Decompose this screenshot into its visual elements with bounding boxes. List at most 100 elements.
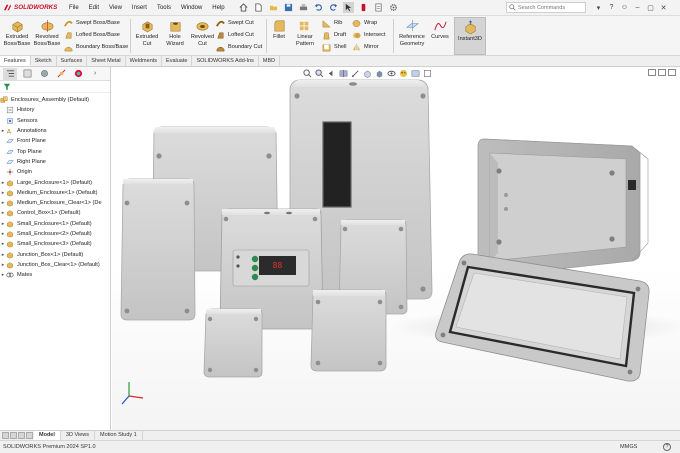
- tab-surfaces[interactable]: Surfaces: [57, 56, 88, 66]
- tab-sheet-metal[interactable]: Sheet Metal: [87, 56, 126, 66]
- tab-motion-study[interactable]: Motion Study 1: [95, 431, 143, 440]
- tab-3d-views[interactable]: 3D Views: [61, 431, 96, 440]
- menu-edit[interactable]: Edit: [84, 5, 104, 11]
- menu-tools[interactable]: Tools: [152, 5, 176, 11]
- extruded-boss-button[interactable]: Extruded Boss/Base: [3, 18, 31, 47]
- display-manager-tab-icon[interactable]: [71, 68, 85, 80]
- home-icon[interactable]: [238, 2, 249, 13]
- tree-item-mates[interactable]: ▸ Mates: [0, 270, 110, 280]
- tree-item-control-box[interactable]: ▸ Control_Box<1> (Default): [0, 208, 110, 218]
- menu-insert[interactable]: Insert: [127, 5, 152, 11]
- file-properties-icon[interactable]: [373, 2, 384, 13]
- tab-features[interactable]: Features: [0, 56, 31, 66]
- tree-item-junction-box-clear[interactable]: ▸ Junction_Box_Clear<1> (Default): [0, 260, 110, 270]
- new-document-icon[interactable]: [253, 2, 264, 13]
- green-button-down[interactable]: [251, 273, 259, 281]
- tab-evaluate[interactable]: Evaluate: [162, 56, 193, 66]
- tab-mbd[interactable]: MBD: [259, 56, 281, 66]
- curves-button[interactable]: Curves: [429, 18, 451, 41]
- search-commands-input[interactable]: Search Commands: [506, 2, 586, 13]
- prev-tab-icon[interactable]: [10, 432, 17, 439]
- user-icon[interactable]: ☺: [619, 2, 630, 13]
- configuration-manager-tab-icon[interactable]: [37, 68, 51, 80]
- tree-item-small-enclosure-2[interactable]: ▸ Small_Enclosure<2> (Default): [0, 229, 110, 239]
- tree-item-top-plane[interactable]: Top Plane: [0, 146, 110, 156]
- small-enclosure-tall[interactable]: [120, 178, 196, 321]
- tree-item-small-enclosure-3[interactable]: ▸ Small_Enclosure<3> (Default): [0, 239, 110, 249]
- shell-button[interactable]: Shell: [322, 42, 346, 52]
- tree-item-small-enclosure-1[interactable]: ▸ Small_Enclosure<1> (Default): [0, 219, 110, 229]
- lofted-boss-button[interactable]: Lofted Boss/Base: [64, 30, 120, 40]
- save-icon[interactable]: [283, 2, 294, 13]
- options-gear-icon[interactable]: [388, 2, 399, 13]
- minimize-icon[interactable]: –: [632, 2, 643, 13]
- small-enclosure-3[interactable]: [310, 289, 387, 372]
- linear-pattern-button[interactable]: Linear Pattern: [292, 18, 318, 47]
- undo-icon[interactable]: [313, 2, 324, 13]
- tree-item-medium-enclosure-clear[interactable]: ▸ Medium_Enclosure_Clear<1> (De: [0, 198, 110, 208]
- instant3d-button[interactable]: Instant3D: [454, 17, 486, 55]
- tab-addins[interactable]: SOLIDWORKS Add-Ins: [192, 56, 259, 66]
- junction-box-lid[interactable]: [435, 253, 650, 382]
- lofted-cut-button[interactable]: Lofted Cut: [216, 30, 254, 40]
- hole-wizard-button[interactable]: Hole Wizard: [162, 18, 188, 47]
- mirror-button[interactable]: Mirror: [352, 42, 379, 52]
- tree-root[interactable]: Enclosures_Assembly (Default): [0, 95, 110, 105]
- tree-item-annotations[interactable]: ▸ A Annotations: [0, 126, 110, 136]
- extruded-cut-button[interactable]: Extruded Cut: [133, 18, 161, 47]
- help-icon[interactable]: ?: [606, 2, 617, 13]
- tab-model[interactable]: Model: [34, 431, 61, 440]
- first-tab-icon[interactable]: [2, 432, 9, 439]
- tab-sketch[interactable]: Sketch: [31, 56, 57, 66]
- tree-filter[interactable]: [0, 81, 110, 93]
- swept-boss-button[interactable]: Swept Boss/Base: [64, 18, 120, 28]
- tab-weldments[interactable]: Weldments: [126, 56, 163, 66]
- green-button-up[interactable]: [251, 255, 259, 263]
- last-tab-icon[interactable]: [26, 432, 33, 439]
- property-manager-tab-icon[interactable]: [20, 68, 34, 80]
- app-logo[interactable]: SOLIDWORKS: [0, 3, 64, 12]
- tree-item-front-plane[interactable]: Front Plane: [0, 136, 110, 146]
- open-folder-icon[interactable]: [268, 2, 279, 13]
- fillet-button[interactable]: Fillet: [269, 18, 289, 41]
- select-icon[interactable]: [342, 2, 354, 13]
- status-help-icon[interactable]: ?: [663, 443, 671, 451]
- close-icon[interactable]: ✕: [658, 2, 669, 13]
- tree-item-medium-enclosure[interactable]: ▸ Medium_Enclosure<1> (Default): [0, 188, 110, 198]
- tree-item-origin[interactable]: Origin: [0, 167, 110, 177]
- tree-item-large-enclosure[interactable]: ▸ Large_Enclosure<1> (Default): [0, 177, 110, 187]
- menu-help[interactable]: Help: [207, 5, 229, 11]
- restore-icon[interactable]: ▢: [645, 2, 656, 13]
- dimxpert-tab-icon[interactable]: [54, 68, 68, 80]
- unit-system[interactable]: MMGS: [620, 444, 637, 450]
- tree-item-sensors[interactable]: Sensors: [0, 116, 110, 126]
- next-tab-icon[interactable]: [18, 432, 25, 439]
- revolved-cut-button[interactable]: Revolved Cut: [189, 18, 216, 47]
- rebuild-icon[interactable]: [358, 2, 369, 13]
- revolved-boss-button[interactable]: Revolved Boss/Base: [33, 18, 61, 47]
- tree-item-history[interactable]: History: [0, 105, 110, 115]
- boundary-boss-button[interactable]: Boundary Boss/Base: [64, 42, 128, 52]
- swept-cut-button[interactable]: Swept Cut: [216, 18, 254, 28]
- redo-icon[interactable]: [328, 2, 339, 13]
- menu-file[interactable]: File: [64, 5, 84, 11]
- wrap-button[interactable]: Wrap: [352, 18, 377, 28]
- small-enclosure-1[interactable]: [203, 308, 263, 378]
- print-icon[interactable]: [298, 2, 309, 13]
- draft-button[interactable]: Draft: [322, 30, 346, 40]
- expand-panel-icon[interactable]: ›: [88, 68, 102, 80]
- feature-manager-tab-icon[interactable]: [3, 67, 17, 80]
- green-button-enter[interactable]: [251, 264, 259, 272]
- graphics-area[interactable]: 88: [112, 67, 680, 430]
- reference-geometry-button[interactable]: Reference Geometry: [396, 18, 428, 47]
- tree-item-right-plane[interactable]: Right Plane: [0, 157, 110, 167]
- menu-view[interactable]: View: [104, 5, 127, 11]
- menu-window[interactable]: Window: [176, 5, 207, 11]
- intersect-button[interactable]: Intersect: [352, 30, 385, 40]
- rib-button[interactable]: Rib: [322, 18, 342, 28]
- fillet-label: Fillet: [273, 34, 285, 40]
- tree-item-junction-box[interactable]: ▸ Junction_Box<1> (Default): [0, 249, 110, 259]
- boundary-cut-button[interactable]: Boundary Cut: [216, 42, 262, 52]
- search-dropdown-icon[interactable]: ▾: [593, 2, 604, 13]
- junction-box-open[interactable]: [477, 138, 649, 278]
